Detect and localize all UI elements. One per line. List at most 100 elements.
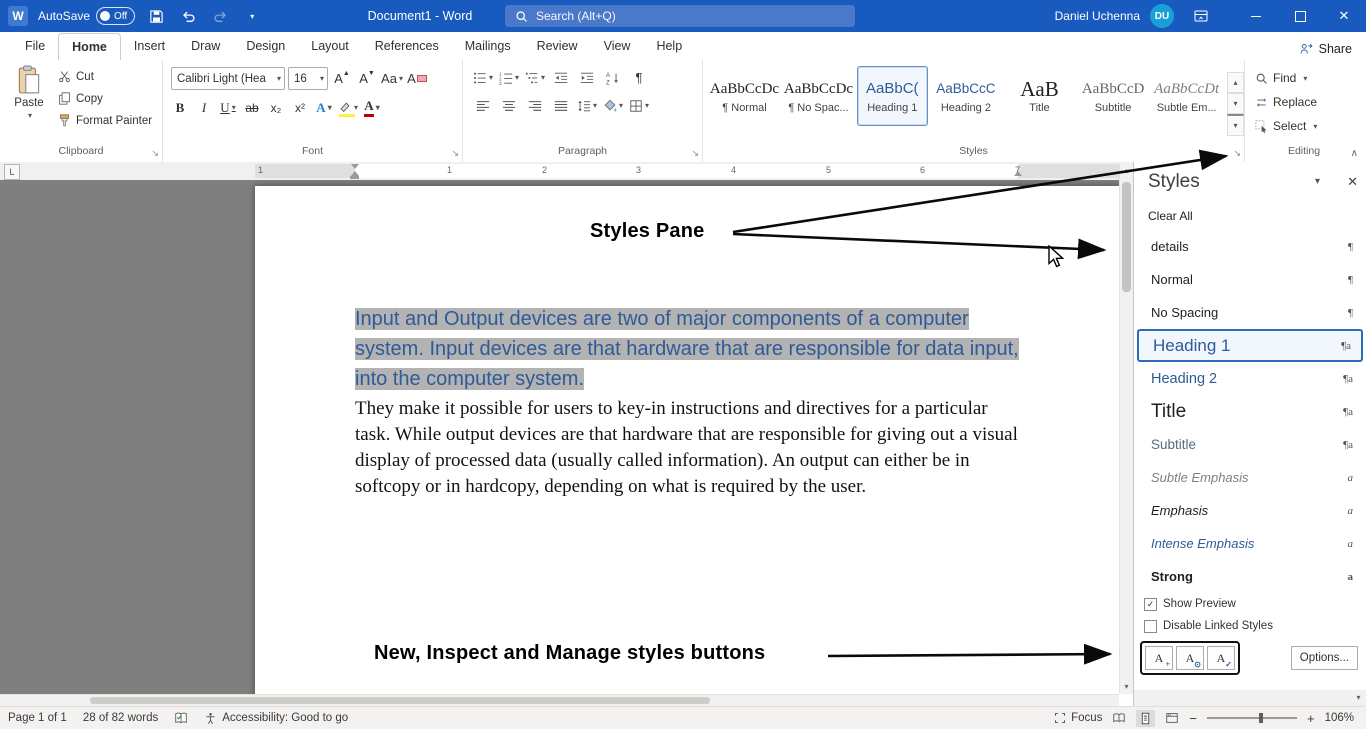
copy-button[interactable]: Copy [58, 89, 152, 108]
tab-mailings[interactable]: Mailings [452, 33, 524, 60]
word-logo-icon[interactable]: W [8, 6, 28, 26]
horizontal-ruler[interactable]: L 1 1 2 3 4 5 6 7 [0, 162, 1119, 180]
zoom-slider-thumb[interactable] [1259, 713, 1263, 723]
sort-button[interactable]: AZ [601, 67, 625, 88]
gallery-scroll-up-icon[interactable]: ▴ [1227, 72, 1244, 93]
redo-icon[interactable] [209, 5, 231, 27]
scroll-down-icon[interactable]: ▾ [1120, 678, 1133, 694]
user-avatar[interactable]: DU [1150, 4, 1174, 28]
document-vertical-scrollbar[interactable]: ▴ ▾ [1119, 162, 1133, 694]
focus-mode-button[interactable]: Focus [1054, 712, 1102, 724]
font-size-combobox[interactable]: 16 ▾ [288, 67, 328, 90]
style-item-details[interactable]: details¶ [1137, 230, 1363, 263]
close-button[interactable]: ✕ [1322, 0, 1366, 32]
zoom-percentage[interactable]: 106% [1325, 712, 1354, 724]
gallery-scroll-down-icon[interactable]: ▾ [1227, 93, 1244, 114]
clear-all-item[interactable]: Clear All [1134, 202, 1366, 230]
align-left-button[interactable] [471, 95, 495, 116]
style-item-heading1-selected[interactable]: Heading 1¶a [1137, 329, 1363, 362]
clear-formatting-button[interactable]: A [406, 68, 428, 89]
style-tile-heading1[interactable]: AaBbC( Heading 1 [857, 66, 928, 126]
numbering-button[interactable]: 123▾ [497, 67, 521, 88]
right-indent-marker[interactable] [1014, 171, 1022, 176]
accessibility-status[interactable]: Accessibility: Good to go [204, 712, 348, 725]
scroll-up-icon[interactable]: ▴ [1120, 162, 1133, 178]
style-tile-normal[interactable]: AaBbCcDc ¶ Normal [709, 66, 780, 126]
style-tile-heading2[interactable]: AaBbCcC Heading 2 [931, 66, 1002, 126]
decrease-indent-button[interactable] [549, 67, 573, 88]
line-spacing-button[interactable]: ▾ [575, 95, 599, 116]
strikethrough-button[interactable]: ab [241, 97, 263, 118]
tab-draw[interactable]: Draw [178, 33, 233, 60]
new-style-button[interactable]: A+ [1145, 646, 1173, 670]
manage-styles-button[interactable]: A✓ [1207, 646, 1235, 670]
font-name-combobox[interactable]: Calibri Light (Hea ▾ [171, 67, 285, 90]
paragraph-dialog-launcher-icon[interactable]: ↘ [691, 148, 699, 159]
shrink-font-button[interactable]: A▼ [356, 68, 378, 89]
style-tile-subtitle[interactable]: AaBbCcD Subtitle [1078, 66, 1149, 126]
format-painter-button[interactable]: Format Painter [58, 111, 152, 130]
style-item-normal[interactable]: Normal¶ [1137, 263, 1363, 296]
show-preview-checkbox[interactable]: ✓ Show Preview [1134, 593, 1366, 615]
vertical-scroll-thumb[interactable] [1122, 182, 1131, 292]
search-box[interactable]: Search (Alt+Q) [505, 5, 855, 27]
tab-file[interactable]: File [12, 33, 58, 60]
multilevel-list-button[interactable]: ▾ [523, 67, 547, 88]
style-item-heading2[interactable]: Heading 2¶a [1137, 362, 1363, 395]
user-name[interactable]: Daniel Uchenna [1055, 9, 1140, 23]
cut-button[interactable]: Cut [58, 67, 152, 86]
borders-button[interactable]: ▾ [627, 95, 651, 116]
autosave-toggle[interactable]: AutoSave Off [38, 7, 135, 25]
find-button[interactable]: Find ▾ [1255, 68, 1363, 88]
italic-button[interactable]: I [193, 97, 215, 118]
tab-review[interactable]: Review [524, 33, 591, 60]
horizontal-scroll-thumb[interactable] [90, 697, 710, 704]
tab-home[interactable]: Home [58, 33, 121, 61]
zoom-in-button[interactable]: + [1307, 711, 1315, 726]
style-tile-no-spacing[interactable]: AaBbCcDc ¶ No Spac... [783, 66, 854, 126]
style-item-subtle-emphasis[interactable]: Subtle Emphasisa [1137, 461, 1363, 494]
clipboard-dialog-launcher-icon[interactable]: ↘ [151, 148, 159, 159]
undo-icon[interactable] [177, 5, 199, 27]
style-item-subtitle[interactable]: Subtitle¶a [1137, 428, 1363, 461]
maximize-button[interactable] [1278, 0, 1322, 32]
style-item-strong[interactable]: Stronga [1137, 560, 1363, 593]
tab-layout[interactable]: Layout [298, 33, 362, 60]
document-page[interactable]: Styles Pane Input and Output devices are… [255, 186, 1119, 694]
customize-quick-access-icon[interactable]: ▾ [241, 5, 263, 27]
justify-button[interactable] [549, 95, 573, 116]
superscript-button[interactable]: x² [289, 97, 311, 118]
style-inspector-button[interactable]: A⊙ [1176, 646, 1204, 670]
change-case-button[interactable]: Aa▾ [381, 68, 403, 89]
share-button[interactable]: Share [1299, 42, 1352, 56]
proofing-icon[interactable] [174, 711, 188, 725]
tab-view[interactable]: View [591, 33, 644, 60]
document-horizontal-scrollbar[interactable] [0, 694, 1119, 706]
style-tile-subtle-emphasis[interactable]: AaBbCcDt Subtle Em... [1151, 66, 1222, 126]
styles-pane-menu-icon[interactable]: ▾ [1315, 176, 1320, 187]
font-dialog-launcher-icon[interactable]: ↘ [451, 148, 459, 159]
bold-button[interactable]: B [169, 97, 191, 118]
left-indent-box-marker[interactable] [350, 176, 359, 179]
tab-stop-selector[interactable]: L [4, 164, 20, 180]
style-item-no-spacing[interactable]: No Spacing¶ [1137, 296, 1363, 329]
save-icon[interactable] [145, 5, 167, 27]
document-heading-paragraph[interactable]: Input and Output devices are two of majo… [355, 304, 1023, 394]
zoom-out-button[interactable]: − [1189, 711, 1197, 726]
show-paragraph-marks-button[interactable]: ¶ [627, 67, 651, 88]
bullets-button[interactable]: ▾ [471, 67, 495, 88]
paste-button[interactable]: Paste ▾ [6, 65, 52, 130]
styles-dialog-launcher-icon[interactable]: ↘ [1233, 148, 1241, 159]
text-effects-button[interactable]: A▾ [313, 97, 335, 118]
tab-help[interactable]: Help [643, 33, 695, 60]
style-item-intense-emphasis[interactable]: Intense Emphasisa [1137, 527, 1363, 560]
replace-button[interactable]: Replace [1255, 92, 1363, 112]
minimize-button[interactable] [1234, 0, 1278, 32]
style-tile-title[interactable]: AaB Title [1004, 66, 1075, 126]
zoom-slider[interactable] [1207, 717, 1297, 719]
read-mode-button[interactable] [1112, 711, 1126, 725]
increase-indent-button[interactable] [575, 67, 599, 88]
ribbon-display-options-icon[interactable] [1190, 5, 1212, 27]
web-layout-button[interactable] [1165, 711, 1179, 725]
page-indicator[interactable]: Page 1 of 1 [8, 712, 67, 724]
